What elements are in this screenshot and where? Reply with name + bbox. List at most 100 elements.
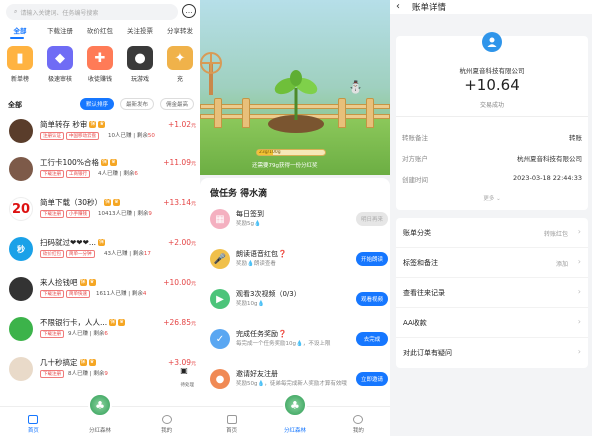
task-icon: ▦ bbox=[210, 209, 230, 229]
category-tabs: 全部 下载注册 砍价红包 关注投票 分享转发 bbox=[0, 25, 200, 37]
task-row[interactable]: 简单转存 秒审保 ♛ 注册认证 中国移动云盘 10人已赚 | 剩余50 +1.02… bbox=[0, 118, 200, 152]
task-action-button[interactable]: 去完成 bbox=[356, 332, 388, 346]
nav-home[interactable]: 首页 bbox=[0, 407, 67, 436]
task-tag: 砍价红包 bbox=[40, 250, 64, 258]
category-new[interactable]: ▮ 新单榜 bbox=[0, 46, 40, 83]
task-price: +2.00元 bbox=[168, 238, 196, 247]
task-item: ✓ 完成任务奖励❓ 每完成一个任务奖励10g💧，不设上限 去完成 bbox=[200, 326, 390, 364]
category-recharge[interactable]: ✦ 充 bbox=[160, 46, 200, 83]
detail-row: 转账备注 转账 bbox=[402, 134, 582, 142]
crown-badge-icon: ♛ bbox=[88, 279, 96, 286]
progress-tip: 还需要79g获得一份分红奖 bbox=[252, 163, 318, 169]
tab-all[interactable]: 全部 bbox=[0, 25, 40, 37]
crown-badge-icon: ♛ bbox=[109, 159, 117, 166]
task-tag: 注册认证 bbox=[40, 132, 64, 140]
task-card: 做任务 得水滴 ▦ 每日签到 奖励5g💧 明日再来 🎤 朗读语音红包❓ 奖励💧朗读查看 开始朗… bbox=[200, 178, 390, 408]
category-grid: ▮ 新单榜 ◆ 极速审核 ✚ 收徒赚钱 ● 玩游戏 ✦ 充 bbox=[0, 46, 200, 83]
publish-icon[interactable]: ▣ bbox=[176, 366, 192, 382]
list-item[interactable]: 账单分类 转账红包 › bbox=[396, 218, 588, 248]
sapling-icon bbox=[274, 70, 318, 120]
task-desc: 奖励💧朗读查看 bbox=[236, 261, 276, 267]
shield-icon: ◆ bbox=[47, 46, 73, 70]
task-desc: 奖励5g💧 bbox=[236, 221, 261, 227]
task-tag: 下载注册 bbox=[40, 370, 64, 378]
task-tag: 中国移动云盘 bbox=[66, 132, 99, 140]
windmill-icon: ✦ bbox=[167, 46, 193, 70]
list-item[interactable]: AA收款 › bbox=[396, 308, 588, 338]
verified-badge-icon: 保 bbox=[104, 199, 112, 206]
task-tag: 简单一分钟 bbox=[66, 250, 95, 258]
header: ‹ 账单详情 bbox=[390, 0, 592, 14]
nav-mine[interactable]: 我的 bbox=[327, 407, 390, 436]
category-recruit[interactable]: ✚ 收徒赚钱 bbox=[80, 46, 120, 83]
task-action-button[interactable]: 明日再来 bbox=[356, 212, 388, 226]
task-stats: 9人已赚 | 剩余6 bbox=[68, 331, 108, 337]
message-icon[interactable]: … bbox=[182, 4, 196, 18]
list-item[interactable]: 查看往来记录 › bbox=[396, 278, 588, 308]
tab-share[interactable]: 分享转发 bbox=[160, 25, 200, 37]
gift-icon: ✚ bbox=[87, 46, 113, 70]
sort-commission[interactable]: 佣金最高 bbox=[160, 98, 194, 110]
tab-download[interactable]: 下载注册 bbox=[40, 25, 80, 37]
task-row[interactable]: 来人捡钱吧保 ♛ 下载注册 简单快速 1611人已赚 | 剩余4 +10.00元 bbox=[0, 276, 200, 310]
task-action-button[interactable]: 立即邀请 bbox=[356, 372, 388, 386]
task-tag: 小手赚钱 bbox=[66, 210, 90, 218]
avatar bbox=[9, 317, 33, 341]
task-row[interactable]: 工行卡100%合格保 ♛ 下载注册 工商银行 4人已赚 | 剩余6 +11.09元 bbox=[0, 156, 200, 190]
list-item[interactable]: 标签和备注 添加 › bbox=[396, 248, 588, 278]
sort-default[interactable]: 默认排序 bbox=[80, 98, 114, 110]
category-games[interactable]: ● 玩游戏 bbox=[120, 46, 160, 83]
water-progress: 23g/100g bbox=[256, 149, 326, 156]
bars-icon: ▮ bbox=[7, 46, 33, 70]
task-stats: 10413人已赚 | 剩余9 bbox=[98, 211, 152, 217]
task-price: +26.85元 bbox=[163, 318, 196, 327]
task-row[interactable]: 20 简单下载（30秒）保 ♛ 下载注册 小手赚钱 10413人已赚 | 剩余9 … bbox=[0, 196, 200, 230]
nav-forest[interactable]: ♣ 分红森林 bbox=[67, 393, 134, 436]
task-icon: ● bbox=[210, 369, 230, 389]
amount: +10.64 bbox=[464, 76, 520, 94]
task-title: 来人捡钱吧 bbox=[40, 278, 78, 287]
tab-vote[interactable]: 关注投票 bbox=[120, 25, 160, 37]
task-title: 简单下载（30秒） bbox=[40, 198, 103, 207]
task-title: 简单转存 秒审 bbox=[40, 120, 88, 129]
task-action-button[interactable]: 观看视频 bbox=[356, 292, 388, 306]
task-title: 扫码就过❤❤❤... bbox=[40, 238, 97, 247]
task-row[interactable]: 秒 扫码就过❤❤❤... 保 砍价红包 简单一分钟 43人已赚 | 剩余17 +2… bbox=[0, 236, 200, 270]
task-stats: 1611人已赚 | 剩余4 bbox=[96, 291, 147, 297]
task-action-button[interactable]: 开始朗读 bbox=[356, 252, 388, 266]
gamepad-icon: ● bbox=[127, 46, 153, 70]
avatar bbox=[9, 157, 33, 181]
nav-forest[interactable]: ♣ 分红森林 bbox=[263, 393, 326, 436]
more-toggle[interactable]: 更多 ⌄ bbox=[396, 194, 588, 202]
task-icon: ✓ bbox=[210, 329, 230, 349]
bottom-nav: 首页 ♣ 分红森林 我的 bbox=[0, 393, 200, 436]
task-stats: 43人已赚 | 剩余17 bbox=[104, 251, 151, 257]
avatar bbox=[9, 119, 33, 143]
chevron-right-icon: › bbox=[577, 227, 581, 236]
tab-underline bbox=[10, 37, 24, 39]
forest-screen: ⛄ 23g/100g 还需要79g获得一份分红奖 做任务 得水滴 ▦ 每日签到 奖励… bbox=[200, 0, 390, 436]
tab-bargain[interactable]: 砍价红包 bbox=[80, 25, 120, 37]
task-tag: 下载注册 bbox=[40, 330, 64, 338]
task-desc: 奖励50g💧，徒弟每完成新人奖励才算有效哦 bbox=[236, 381, 347, 387]
task-item: ▦ 每日签到 奖励5g💧 明日再来 bbox=[200, 206, 390, 244]
sort-newest[interactable]: 最新发布 bbox=[120, 98, 154, 110]
task-price: +1.02元 bbox=[168, 120, 196, 129]
detail-row: 对方账户 杭州夏音科技有限公司 bbox=[402, 155, 582, 163]
search-input[interactable]: ⌕ 请输入关键词、任务编号搜索 bbox=[6, 4, 178, 20]
back-arrow-icon[interactable]: ‹ bbox=[396, 1, 400, 12]
nav-mine[interactable]: 我的 bbox=[133, 407, 200, 436]
task-item: ▶ 观看3次视频（0/3） 奖励10g💧 观看视频 bbox=[200, 286, 390, 324]
nav-home[interactable]: 首页 bbox=[200, 407, 263, 436]
list-item[interactable]: 对此订单有疑问 › bbox=[396, 338, 588, 368]
task-tag: 下载注册 bbox=[40, 210, 64, 218]
task-tag: 简单快速 bbox=[66, 290, 90, 298]
task-tag: 工商银行 bbox=[66, 170, 90, 178]
category-fast-review[interactable]: ◆ 极速审核 bbox=[40, 46, 80, 83]
home-icon bbox=[226, 415, 237, 424]
user-icon bbox=[482, 32, 502, 52]
detail-row: 创建时间 2023-03-18 22:44:33 bbox=[402, 174, 582, 184]
task-row[interactable]: 不限银行卡，人人... 保 ♛ 下载注册 9人已赚 | 剩余6 +26.85元 bbox=[0, 316, 200, 350]
status: 交易成功 bbox=[479, 102, 504, 109]
task-row[interactable]: 几十秒搞定保 ♛ 下载注册 8人已赚 | 剩余9 +3.09元 bbox=[0, 356, 200, 390]
